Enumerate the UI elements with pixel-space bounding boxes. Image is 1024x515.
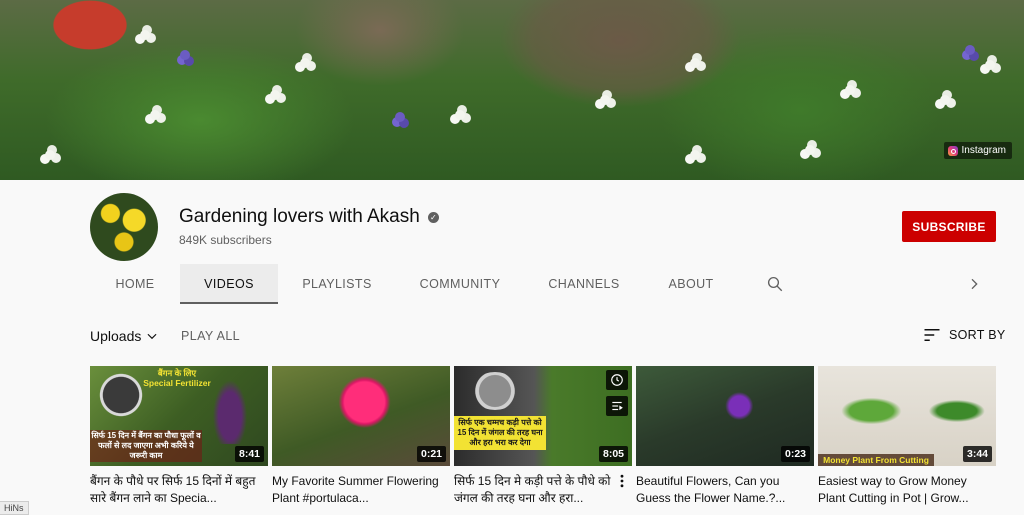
play-all-button[interactable]: PLAY ALL bbox=[181, 329, 240, 343]
channel-tabs: HOME VIDEOS PLAYLISTS COMMUNITY CHANNELS… bbox=[0, 264, 1024, 304]
video-title[interactable]: Beautiful Flowers, Can you Guess the Flo… bbox=[636, 473, 814, 507]
watch-later-icon[interactable] bbox=[606, 370, 628, 390]
banner-flower bbox=[985, 60, 995, 70]
sort-by-label: SORT BY bbox=[949, 328, 1006, 342]
channel-banner: Instagram bbox=[0, 0, 1024, 180]
banner-flower bbox=[690, 58, 700, 68]
tab-videos[interactable]: VIDEOS bbox=[180, 264, 278, 304]
thumbnail-text-bottom: सिर्फ 15 दिन में बैंगन का पौधा फूलों व फ… bbox=[90, 430, 202, 462]
thumbnail-text: सिर्फ एक चम्मच कड़ी पत्ते को 15 दिन में … bbox=[454, 416, 546, 450]
video-title[interactable]: बैंगन के पौधे पर सिर्फ 15 दिनों में बहुत… bbox=[90, 473, 268, 507]
video-duration: 0:21 bbox=[416, 446, 446, 462]
sort-by-button[interactable]: SORT BY bbox=[923, 327, 1006, 343]
video-duration: 8:05 bbox=[598, 446, 628, 462]
search-icon[interactable] bbox=[766, 275, 784, 293]
video-card[interactable]: Money Plant From Cutting 3:44 Easiest wa… bbox=[818, 366, 996, 507]
channel-avatar[interactable] bbox=[90, 193, 158, 261]
banner-flower bbox=[965, 45, 975, 55]
channel-name: Gardening lovers with Akash ✓ bbox=[179, 206, 439, 228]
video-title[interactable]: My Favorite Summer Flowering Plant #port… bbox=[272, 473, 450, 507]
banner-flower bbox=[805, 145, 815, 155]
video-duration: 0:23 bbox=[780, 446, 810, 462]
banner-flower bbox=[395, 112, 405, 122]
uploads-dropdown[interactable]: Uploads bbox=[90, 328, 159, 344]
banner-flower bbox=[140, 30, 150, 40]
brinjal-image bbox=[210, 374, 250, 444]
video-card[interactable]: सिर्फ एक चम्मच कड़ी पत्ते को 15 दिन में … bbox=[454, 366, 632, 507]
video-thumbnail[interactable]: सिर्फ एक चम्मच कड़ी पत्ते को 15 दिन में … bbox=[454, 366, 632, 466]
tab-community[interactable]: COMMUNITY bbox=[405, 264, 515, 304]
banner-flower bbox=[600, 95, 610, 105]
instagram-link[interactable]: Instagram bbox=[943, 142, 1012, 159]
more-actions-icon[interactable] bbox=[616, 474, 628, 488]
instagram-icon bbox=[947, 145, 958, 156]
video-duration: 8:41 bbox=[234, 446, 264, 462]
uploads-label: Uploads bbox=[90, 328, 142, 344]
tab-about[interactable]: ABOUT bbox=[655, 264, 727, 304]
video-thumbnail[interactable]: Money Plant From Cutting 3:44 bbox=[818, 366, 996, 466]
verified-check-icon: ✓ bbox=[427, 211, 439, 223]
video-card[interactable]: बैंगन के लिए Special Fertilizer सिर्फ 15… bbox=[90, 366, 268, 507]
thumbnail-text: Money Plant From Cutting bbox=[818, 454, 934, 466]
spoon-image bbox=[470, 372, 520, 410]
instagram-link-label: Instagram bbox=[961, 145, 1006, 156]
video-title[interactable]: सिर्फ 15 दिन मे कड़ी पत्ते के पौधे को जं… bbox=[454, 473, 632, 507]
channel-name-text: Gardening lovers with Akash bbox=[179, 206, 420, 227]
video-card[interactable]: 0:21 My Favorite Summer Flowering Plant … bbox=[272, 366, 450, 507]
chevron-right-icon[interactable] bbox=[966, 276, 982, 292]
tab-home[interactable]: HOME bbox=[100, 264, 170, 304]
video-thumbnail[interactable]: 0:23 bbox=[636, 366, 814, 466]
banner-flower bbox=[455, 110, 465, 120]
subscribe-button[interactable]: SUBSCRIBE bbox=[902, 211, 996, 242]
video-title[interactable]: Easiest way to Grow Money Plant Cutting … bbox=[818, 473, 996, 507]
video-thumbnail[interactable]: 0:21 bbox=[272, 366, 450, 466]
sort-icon bbox=[924, 329, 940, 341]
banner-flower bbox=[180, 50, 190, 60]
banner-flower bbox=[270, 90, 280, 100]
video-card[interactable]: 0:23 Beautiful Flowers, Can you Guess th… bbox=[636, 366, 814, 507]
banner-flower bbox=[45, 150, 55, 160]
chevron-down-icon bbox=[147, 333, 157, 340]
add-to-queue-icon[interactable] bbox=[606, 396, 628, 416]
banner-flower bbox=[940, 95, 950, 105]
subscriber-count: 849K subscribers bbox=[179, 233, 272, 247]
fertilizer-bowl-image bbox=[98, 372, 144, 418]
banner-flower bbox=[150, 110, 160, 120]
banner-flower bbox=[845, 85, 855, 95]
tab-playlists[interactable]: PLAYLISTS bbox=[288, 264, 386, 304]
banner-flower bbox=[690, 150, 700, 160]
thumbnail-text-top: बैंगन के लिए Special Fertilizer bbox=[143, 368, 211, 388]
tab-channels[interactable]: CHANNELS bbox=[535, 264, 633, 304]
banner-flower bbox=[300, 58, 310, 68]
video-duration: 3:44 bbox=[962, 446, 992, 462]
video-thumbnail[interactable]: बैंगन के लिए Special Fertilizer सिर्फ 15… bbox=[90, 366, 268, 466]
